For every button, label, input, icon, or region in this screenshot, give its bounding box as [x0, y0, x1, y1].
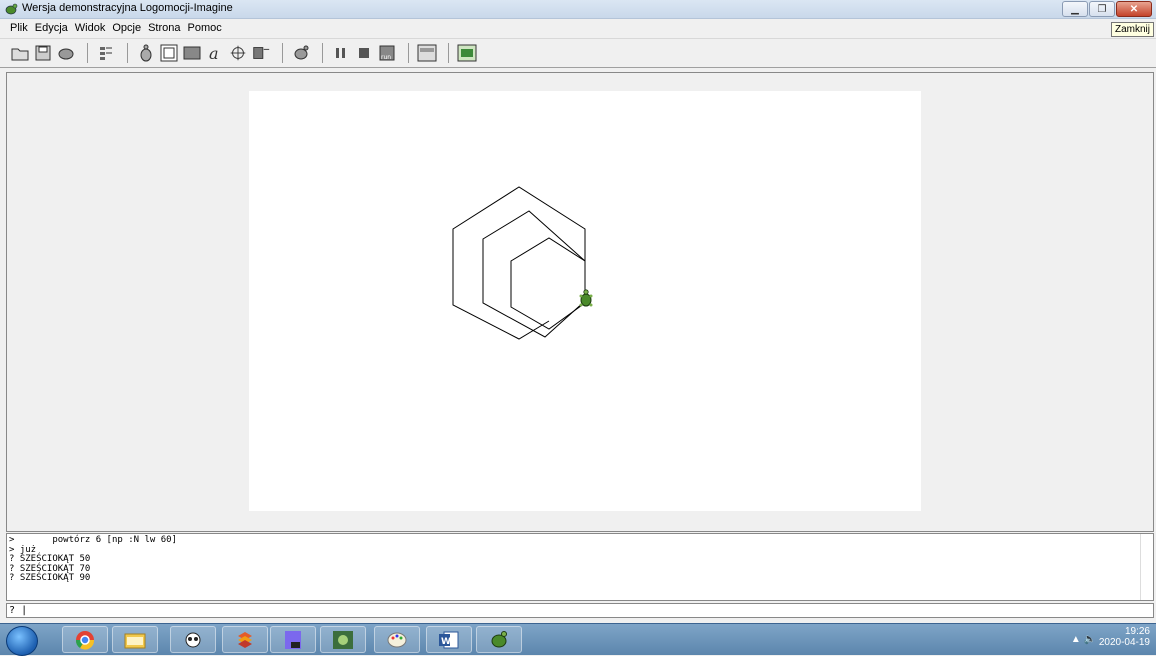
title-bar: Wersja demonstracyjna Logomocji-Imagine …	[0, 0, 1156, 19]
svg-text:a: a	[209, 44, 219, 62]
taskbar: W ▲ 🔈 19:26 2020-04-19	[0, 623, 1156, 656]
menu-widok[interactable]: Widok	[75, 22, 106, 34]
gray-rect-icon[interactable]	[182, 43, 202, 63]
command-history[interactable]: > powtórz 6 [np :N lw 60] > już? SZEŚCIOK…	[6, 533, 1154, 601]
turtle-icon[interactable]	[136, 43, 156, 63]
image-icon[interactable]	[457, 43, 477, 63]
hexagon-90	[452, 186, 586, 340]
close-button[interactable]: ✕	[1116, 1, 1152, 17]
turtle-icon	[579, 289, 593, 307]
text-icon[interactable]: a	[205, 43, 225, 63]
math-book-icon[interactable]	[270, 626, 316, 653]
menu-edycja[interactable]: Edycja	[35, 22, 68, 34]
window-icon[interactable]	[159, 43, 179, 63]
turtle-new-icon[interactable]	[291, 43, 311, 63]
hexagon-70	[482, 210, 586, 338]
toolbar-separator	[408, 43, 409, 63]
game-icon[interactable]	[320, 626, 366, 653]
menu-strona[interactable]: Strona	[148, 22, 180, 34]
history-line: ? SZEŚCIOKĄT 50	[9, 554, 91, 564]
history-line: > powtórz 6 [np :N lw 60]	[9, 535, 177, 545]
start-button[interactable]	[6, 626, 38, 656]
history-scrollbar[interactable]	[1140, 534, 1153, 600]
history-line: > już	[9, 544, 37, 555]
run-icon[interactable]: run	[377, 43, 397, 63]
turtle-drawing	[452, 186, 593, 340]
window-title: Wersja demonstracyjna Logomocji-Imagine	[22, 2, 233, 14]
turtle-app-icon	[5, 3, 18, 15]
toolbar-separator	[322, 43, 323, 63]
svg-text:W: W	[441, 637, 451, 647]
chrome-icon[interactable]	[62, 626, 108, 653]
explorer-icon[interactable]	[112, 626, 158, 653]
toolbar-separator	[448, 43, 449, 63]
menu-opcje[interactable]: Opcje	[112, 22, 141, 34]
menu-plik[interactable]: Plik	[10, 22, 28, 34]
command-prompt: ?	[9, 605, 16, 616]
save-icon[interactable]	[33, 43, 53, 63]
stack-icon[interactable]	[222, 626, 268, 653]
minimize-button[interactable]: ▁	[1062, 1, 1088, 17]
clock-date: 2020-04-19	[1098, 637, 1150, 648]
pause-icon[interactable]	[331, 43, 351, 63]
open-folder-icon[interactable]	[10, 43, 30, 63]
menu-bar: Plik Edycja Widok Opcje Strona Pomoc	[0, 19, 1156, 37]
command-input[interactable]: ? |	[6, 603, 1154, 618]
drawing-canvas[interactable]	[249, 91, 921, 511]
page-icon[interactable]	[417, 43, 437, 63]
list-icon[interactable]	[96, 43, 116, 63]
toolbar: a run	[0, 38, 1156, 68]
word-icon[interactable]: W	[426, 626, 472, 653]
logo-turtle-icon[interactable]	[476, 626, 522, 653]
toolbar-separator	[282, 43, 283, 63]
svg-text:run: run	[381, 54, 391, 61]
paint-icon[interactable]	[374, 626, 420, 653]
turtle-settings-icon[interactable]	[56, 43, 76, 63]
toolbar-separator	[87, 43, 88, 63]
tray-icons[interactable]: ▲ 🔈	[1071, 634, 1096, 645]
clock-time: 19:26	[1124, 626, 1150, 637]
text-cursor: |	[21, 605, 28, 616]
menu-pomoc[interactable]: Pomoc	[188, 22, 222, 34]
stop-icon[interactable]	[354, 43, 374, 63]
history-line: ? SZEŚCIOKĄT 90	[9, 573, 91, 583]
panda-icon[interactable]	[170, 626, 216, 653]
maximize-button[interactable]: ❐	[1089, 1, 1115, 17]
editor-icon[interactable]	[251, 43, 271, 63]
history-line: ? SZEŚCIOKĄT 70	[9, 563, 91, 574]
target-icon[interactable]	[228, 43, 248, 63]
clock[interactable]: 19:26 2020-04-19	[1099, 626, 1150, 648]
toolbar-separator	[127, 43, 128, 63]
